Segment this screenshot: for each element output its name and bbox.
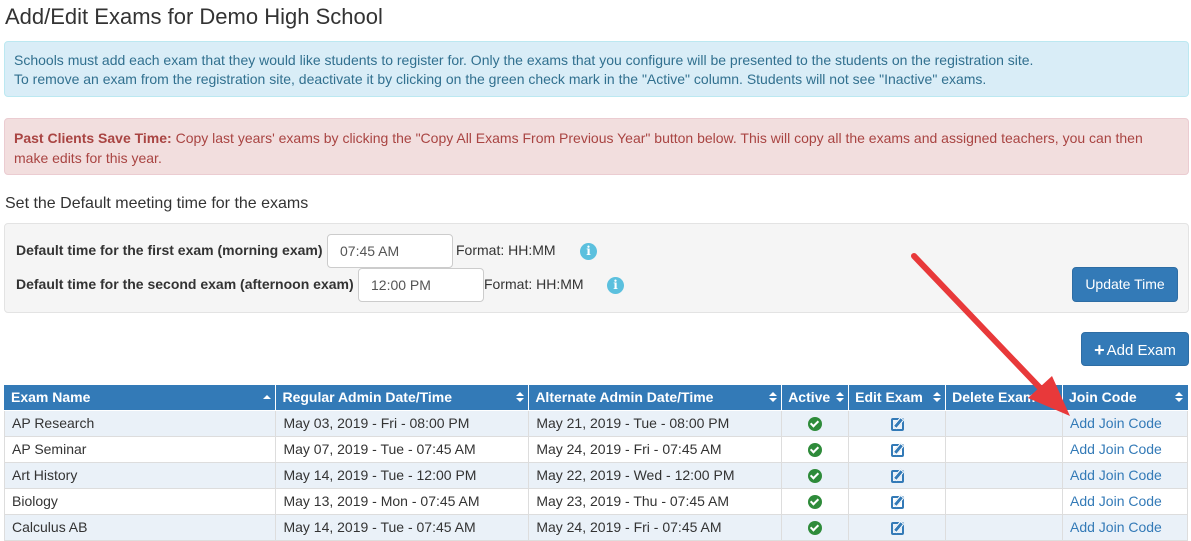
edit-icon[interactable]	[890, 495, 904, 509]
add-join-code-link[interactable]: Add Join Code	[1070, 519, 1162, 535]
add-exam-button[interactable]: + Add Exam	[1081, 332, 1189, 366]
active-cell	[781, 487, 850, 515]
past-clients-text: Copy last years' exams by clicking the "…	[14, 130, 1143, 166]
sort-icon	[933, 392, 942, 403]
sort-asc-icon	[263, 395, 272, 406]
active-cell	[781, 461, 850, 489]
page-title: Add/Edit Exams for Demo High School	[5, 4, 383, 29]
first-exam-time-label: Default time for the first exam (morning…	[16, 242, 323, 258]
add-join-code-link[interactable]: Add Join Code	[1070, 441, 1162, 457]
alternate-admin-cell: May 23, 2019 - Thu - 07:45 AM	[528, 487, 783, 515]
regular-admin-cell: May 03, 2019 - Fri - 08:00 PM	[275, 409, 530, 437]
add-join-code-link[interactable]: Add Join Code	[1070, 493, 1162, 509]
column-header-join-code[interactable]: Join Code	[1062, 385, 1188, 411]
second-exam-time-format: Format: HH:MM	[484, 276, 584, 292]
active-check-icon[interactable]	[808, 417, 823, 432]
active-cell	[781, 435, 850, 463]
column-header-edit-exam[interactable]: Edit Exam	[848, 385, 947, 411]
exam-name-cell: AP Research	[3, 409, 277, 437]
edit-cell	[848, 461, 947, 489]
first-exam-info-icon[interactable]: i	[580, 243, 597, 260]
table-row: Calculus AB May 14, 2019 - Tue - 07:45 A…	[3, 513, 1188, 541]
sort-icon	[769, 392, 778, 403]
exam-name-cell: AP Seminar	[3, 435, 277, 463]
regular-admin-cell: May 14, 2019 - Tue - 12:00 PM	[275, 461, 530, 489]
edit-icon[interactable]	[890, 417, 904, 431]
join-code-cell: Add Join Code	[1062, 513, 1188, 541]
exam-name-cell: Biology	[3, 487, 277, 515]
table-row: Biology May 13, 2019 - Mon - 07:45 AM Ma…	[3, 487, 1188, 515]
active-cell	[781, 513, 850, 541]
past-clients-alert: Past Clients Save Time: Copy last years'…	[4, 118, 1189, 175]
sort-icon	[516, 392, 525, 403]
column-header-regular-admin[interactable]: Regular Admin Date/Time	[275, 385, 530, 411]
edit-icon[interactable]	[890, 521, 904, 535]
alternate-admin-cell: May 21, 2019 - Tue - 08:00 PM	[528, 409, 783, 437]
default-time-heading: Set the Default meeting time for the exa…	[5, 195, 309, 212]
join-code-cell: Add Join Code	[1062, 461, 1188, 489]
active-check-icon[interactable]	[808, 495, 823, 510]
exam-name-cell: Art History	[3, 461, 277, 489]
sort-icon	[836, 392, 845, 403]
default-time-panel: Default time for the first exam (morning…	[4, 223, 1189, 313]
second-exam-info-icon[interactable]: i	[607, 277, 624, 294]
delete-cell	[945, 487, 1063, 515]
edit-icon[interactable]	[890, 469, 904, 483]
join-code-cell: Add Join Code	[1062, 435, 1188, 463]
active-check-icon[interactable]	[808, 443, 823, 458]
past-clients-label: Past Clients Save Time:	[14, 130, 172, 146]
first-exam-time-format: Format: HH:MM	[456, 242, 556, 258]
table-row: Art History May 14, 2019 - Tue - 12:00 P…	[3, 461, 1188, 489]
regular-admin-cell: May 14, 2019 - Tue - 07:45 AM	[275, 513, 530, 541]
table-row: AP Research May 03, 2019 - Fri - 08:00 P…	[3, 409, 1188, 437]
add-exam-label: Add Exam	[1106, 342, 1176, 359]
regular-admin-cell: May 07, 2019 - Tue - 07:45 AM	[275, 435, 530, 463]
delete-cell	[945, 409, 1063, 437]
delete-cell	[945, 435, 1063, 463]
column-header-alternate-admin[interactable]: Alternate Admin Date/Time	[528, 385, 783, 411]
edit-cell	[848, 409, 947, 437]
sort-icon	[1050, 392, 1058, 403]
plus-icon: +	[1094, 340, 1105, 360]
update-time-button[interactable]: Update Time	[1072, 267, 1178, 302]
add-join-code-link[interactable]: Add Join Code	[1070, 415, 1162, 431]
info-alert-line-1: Schools must add each exam that they wou…	[14, 52, 1034, 68]
active-check-icon[interactable]	[808, 521, 823, 536]
exams-table: Exam Name Regular Admin Date/Time Altern…	[3, 385, 1188, 541]
table-row: AP Seminar May 07, 2019 - Tue - 07:45 AM…	[3, 435, 1188, 463]
delete-cell	[945, 513, 1063, 541]
exam-name-cell: Calculus AB	[3, 513, 277, 541]
edit-cell	[848, 513, 947, 541]
second-exam-time-input[interactable]	[358, 268, 484, 302]
active-check-icon[interactable]	[808, 469, 823, 484]
regular-admin-cell: May 13, 2019 - Mon - 07:45 AM	[275, 487, 530, 515]
first-exam-time-input[interactable]	[327, 234, 453, 268]
table-header-row: Exam Name Regular Admin Date/Time Altern…	[3, 385, 1188, 411]
alternate-admin-cell: May 24, 2019 - Fri - 07:45 AM	[528, 513, 783, 541]
edit-icon[interactable]	[890, 443, 904, 457]
delete-cell	[945, 461, 1063, 489]
alternate-admin-cell: May 22, 2019 - Wed - 12:00 PM	[528, 461, 783, 489]
edit-cell	[848, 435, 947, 463]
edit-cell	[848, 487, 947, 515]
column-header-active[interactable]: Active	[781, 385, 850, 411]
column-header-exam-name[interactable]: Exam Name	[3, 385, 277, 411]
info-alert-line-2: To remove an exam from the registration …	[14, 71, 987, 87]
info-alert: Schools must add each exam that they wou…	[4, 41, 1189, 97]
alternate-admin-cell: May 24, 2019 - Fri - 07:45 AM	[528, 435, 783, 463]
join-code-cell: Add Join Code	[1062, 487, 1188, 515]
second-exam-time-label: Default time for the second exam (aftern…	[16, 276, 354, 292]
add-join-code-link[interactable]: Add Join Code	[1070, 467, 1162, 483]
join-code-cell: Add Join Code	[1062, 409, 1188, 437]
active-cell	[781, 409, 850, 437]
sort-icon	[1175, 392, 1183, 403]
column-header-delete-exam[interactable]: Delete Exam	[945, 385, 1063, 411]
